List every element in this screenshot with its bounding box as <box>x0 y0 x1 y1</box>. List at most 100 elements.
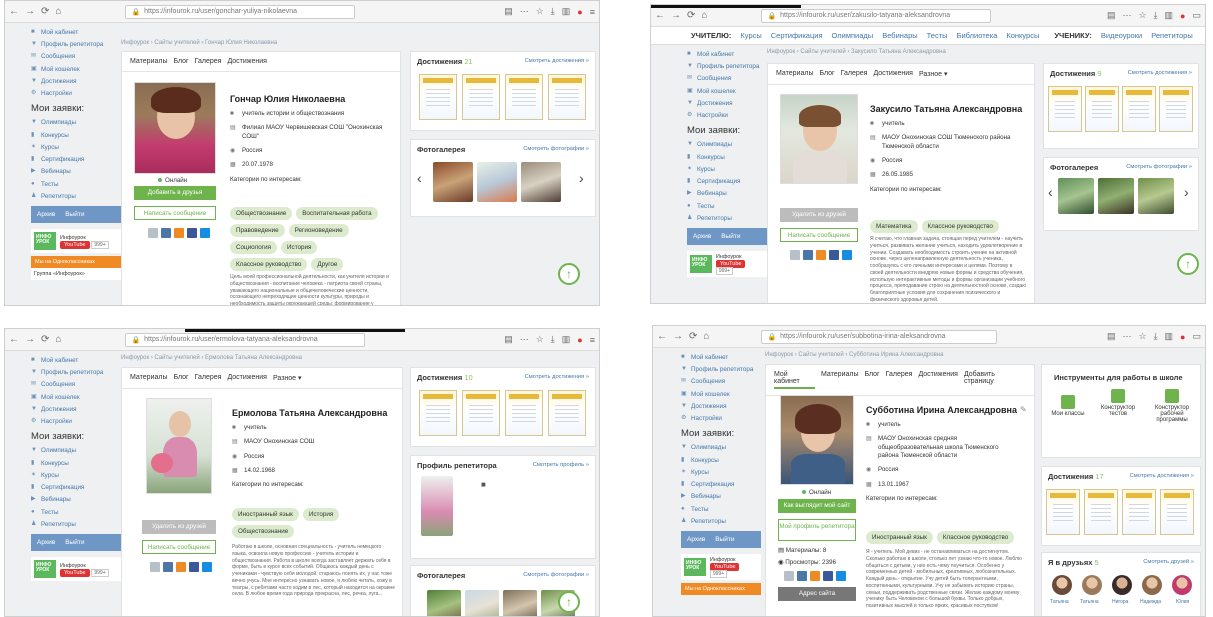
share-icon[interactable] <box>148 228 158 238</box>
friend-name[interactable]: Татьяна <box>1080 599 1099 605</box>
download-icon[interactable]: ⤓ <box>1154 10 1158 21</box>
menu-dots-icon[interactable]: ⋯ <box>1122 331 1131 342</box>
tag[interactable]: Другое <box>311 258 344 271</box>
bookmark-icon[interactable]: ☆ <box>1138 331 1146 342</box>
message-button[interactable]: Написать сообщение <box>780 228 858 242</box>
exit-link[interactable]: Выйти <box>65 539 84 546</box>
sidebar-item-messages[interactable]: ✉ Сообщения <box>681 378 761 385</box>
achievements-link[interactable]: Смотреть достижения » <box>525 58 589 64</box>
sidebar-item-messages[interactable]: ✉ Сообщения <box>687 75 767 82</box>
download-icon[interactable]: ⤓ <box>551 6 555 17</box>
bookmark-icon[interactable]: ☆ <box>1138 10 1146 21</box>
archive-link[interactable]: Архив <box>693 233 711 240</box>
gallery-photo[interactable] <box>465 590 499 616</box>
ok-bar[interactable]: Мы на Одноклассниках <box>31 256 123 269</box>
ok-icon[interactable] <box>174 228 184 238</box>
certificate-thumb[interactable] <box>1122 489 1156 535</box>
sidebar-item-tutor[interactable]: ▼ Профиль репетитора <box>31 41 123 48</box>
request-webinars[interactable]: ▶ Вебинары <box>31 168 123 175</box>
reload-icon[interactable]: ⟳ <box>41 6 49 17</box>
archive-link[interactable]: Архив <box>687 536 705 543</box>
reader-icon[interactable]: ▤ <box>1107 331 1116 342</box>
scroll-up-button[interactable]: ↑ <box>1177 253 1199 275</box>
tag[interactable]: Обществознание <box>230 207 293 220</box>
add-friend-button[interactable]: Добавить в друзья <box>134 186 216 200</box>
request-cert[interactable]: ▮ Сертификация <box>681 481 761 488</box>
exit-link[interactable]: Выйти <box>721 233 740 240</box>
menu-dots-icon[interactable]: ⋯ <box>520 334 529 345</box>
tab-misc[interactable]: Разное ▾ <box>919 70 948 78</box>
certificate-thumb[interactable] <box>548 74 586 120</box>
tab-blog[interactable]: Блог <box>819 70 834 78</box>
request-olympiads[interactable]: ▼ Олимпиады <box>687 141 767 148</box>
reader-icon[interactable]: ▤ <box>504 334 513 345</box>
library-icon[interactable]: ▥ <box>1165 10 1174 21</box>
address-bar[interactable]: 🔒 https://infourok.ru/user/gonchar-yuliya… <box>125 4 356 19</box>
friend-avatar[interactable] <box>1052 575 1072 595</box>
prev-arrow-icon[interactable]: ‹ <box>417 170 422 186</box>
request-contests[interactable]: ▮ Конкурсы <box>31 132 123 139</box>
sidebar-item-wallet[interactable]: ▣ Мой кошелек <box>687 88 767 95</box>
achievements-link[interactable]: Смотреть достижения » <box>1130 473 1194 479</box>
menu-dots-icon[interactable]: ⋯ <box>520 6 529 17</box>
gallery-link[interactable]: Смотреть фотографии » <box>523 146 589 152</box>
facebook-icon[interactable] <box>187 228 197 238</box>
friend-name[interactable]: Татьяна <box>1050 599 1069 605</box>
tag[interactable]: Обществознание <box>232 525 295 538</box>
home-icon[interactable]: ⌂ <box>701 10 707 21</box>
mailru-icon[interactable] <box>202 562 212 572</box>
achievements-link[interactable]: Смотреть достижения » <box>1128 70 1192 76</box>
youtube-button[interactable]: YouTube <box>60 240 90 249</box>
message-button[interactable]: Написать сообщение <box>134 206 216 220</box>
record-icon[interactable]: ● <box>577 335 582 345</box>
sidebar-item-wallet[interactable]: ▣ Мой кошелек <box>31 66 123 73</box>
how-site-looks-button[interactable]: Как выглядит мой сайт <box>778 499 856 513</box>
topnav-courses[interactable]: Курсы <box>740 31 761 40</box>
vk-icon[interactable] <box>163 562 173 572</box>
sidebar-item-wallet[interactable]: ▣ Мой кошелек <box>31 394 123 401</box>
sidebar-item-settings[interactable]: ⚙ Настройки <box>687 112 767 119</box>
share-icon[interactable] <box>790 250 800 260</box>
tool-program-builder[interactable]: Конструктор рабочей программы <box>1148 389 1196 423</box>
sidebar-item-settings[interactable]: ⚙ Настройки <box>31 90 123 97</box>
request-tests[interactable]: ● Тесты <box>31 509 123 516</box>
certificate-thumb[interactable] <box>419 74 457 120</box>
sidebar-item-achievements[interactable]: ▼ Достижения <box>687 100 767 107</box>
forward-icon[interactable]: → <box>673 331 683 342</box>
certificate-thumb[interactable] <box>505 390 543 436</box>
certificate-thumb[interactable] <box>1046 489 1080 535</box>
tab-blog[interactable]: Блог <box>173 374 188 382</box>
ok-group[interactable]: Группа «Инфоурок» <box>31 268 123 281</box>
tab-achievements[interactable]: Достижения <box>873 70 912 78</box>
topnav-videolessons[interactable]: Видеоуроки <box>1101 31 1142 40</box>
request-cert[interactable]: ▮ Сертификация <box>31 156 123 163</box>
topnav-library[interactable]: Библиотека <box>957 31 998 40</box>
archive-link[interactable]: Архив <box>37 539 55 546</box>
hamburger-icon[interactable]: ≡ <box>590 335 595 345</box>
tab-misc[interactable]: Разное ▾ <box>273 374 302 382</box>
vk-icon[interactable] <box>161 228 171 238</box>
tool-my-classes[interactable]: Мои классы <box>1048 395 1088 417</box>
certificate-thumb[interactable] <box>548 390 586 436</box>
record-icon[interactable]: ● <box>577 7 582 17</box>
tag[interactable]: Классное руководство <box>936 531 1015 544</box>
gallery-link[interactable]: Смотреть фотографии » <box>523 572 589 578</box>
request-tutors[interactable]: ♟ Репетиторы <box>31 193 123 200</box>
exit-link[interactable]: Выйти <box>65 211 84 218</box>
request-olympiads[interactable]: ▼ Олимпиады <box>681 444 761 451</box>
request-tutors[interactable]: ♟ Репетиторы <box>687 215 767 222</box>
home-icon[interactable]: ⌂ <box>703 331 709 342</box>
bookmark-icon[interactable]: ☆ <box>536 6 544 17</box>
back-icon[interactable]: ← <box>9 334 19 345</box>
topnav-tutors[interactable]: Репетиторы <box>1151 31 1193 40</box>
tab-materials[interactable]: Материалы <box>130 374 167 382</box>
reload-icon[interactable]: ⟳ <box>687 10 695 21</box>
ok-icon[interactable] <box>810 571 820 581</box>
sidebar-item-achievements[interactable]: ▼ Достижения <box>31 78 123 85</box>
friend-avatar[interactable] <box>1172 575 1192 595</box>
message-button[interactable]: Написать сообщение <box>142 540 216 554</box>
gallery-photo[interactable] <box>1098 178 1134 214</box>
facebook-icon[interactable] <box>189 562 199 572</box>
reader-icon[interactable]: ▤ <box>504 6 513 17</box>
tab-achievements[interactable]: Достижения <box>227 58 266 65</box>
